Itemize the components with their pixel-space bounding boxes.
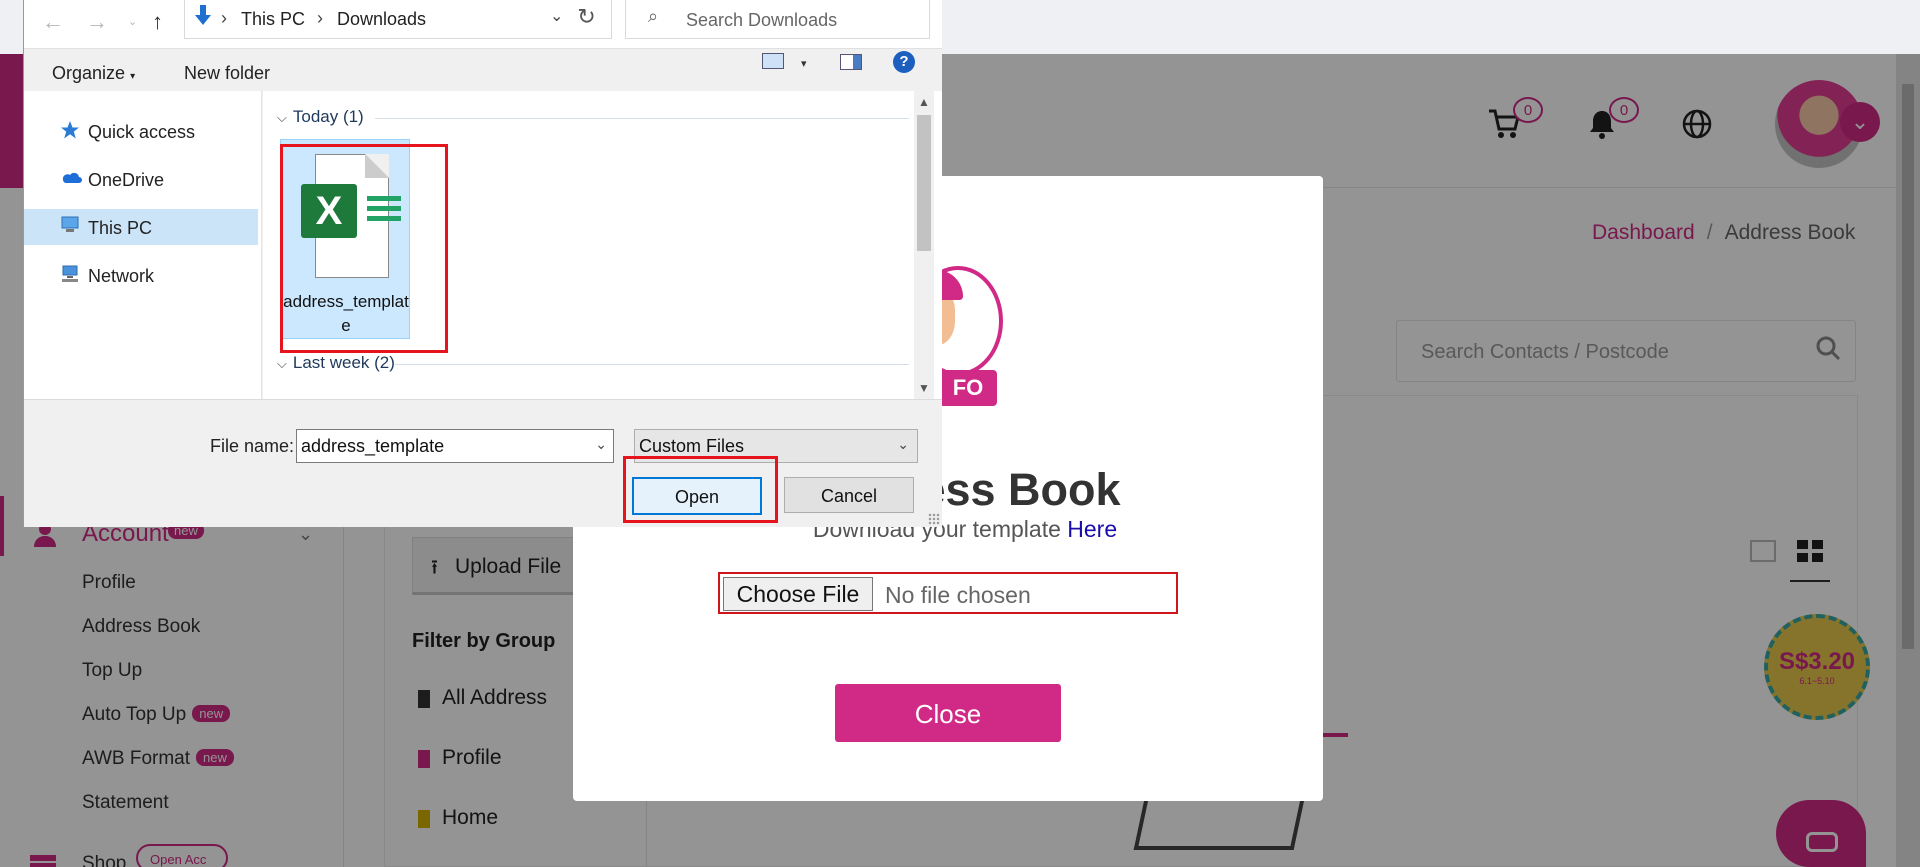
scroll-down-icon[interactable]: ▼	[918, 381, 930, 395]
file-name-value: address_template	[301, 436, 445, 456]
star-icon	[60, 120, 80, 140]
organize-label: Organize	[52, 63, 126, 83]
help-icon[interactable]: ?	[893, 51, 915, 73]
path-this-pc[interactable]: This PC	[241, 9, 305, 30]
template-download-link[interactable]: Here	[1067, 516, 1117, 542]
nav-item-quick-access[interactable]: Quick access	[24, 113, 262, 149]
downloads-icon	[195, 5, 211, 25]
nav-item-this-pc[interactable]: This PC	[24, 209, 258, 245]
chevron-down-icon: ⌵	[277, 356, 287, 371]
chevron-down-icon[interactable]: ⌄	[595, 436, 607, 453]
group-header-last-week[interactable]: ⌵ Last week (2)	[277, 353, 395, 373]
scroll-up-icon[interactable]: ▲	[918, 95, 930, 109]
file-pane-scrollbar[interactable]: ▲ ▼	[914, 91, 934, 399]
file-highlight-box	[280, 144, 448, 353]
network-icon	[60, 264, 80, 284]
chevron-down-icon: ⌄	[897, 436, 909, 452]
computer-icon	[60, 216, 80, 236]
path-downloads[interactable]: Downloads	[337, 9, 426, 30]
search-icon: ⌕	[648, 6, 659, 26]
nav-item-label: This PC	[88, 218, 153, 238]
dialog-search-input[interactable]: ⌕ Search Downloads	[625, 0, 930, 39]
path-separator-icon: ›	[221, 8, 227, 28]
dialog-nav-bar: ← → ⌄ ↑ › This PC › Downloads ⌄ ↻ ⌕ Sear…	[24, 0, 942, 49]
chevron-down-icon[interactable]: ▾	[801, 57, 807, 70]
close-button[interactable]: Close	[835, 684, 1061, 742]
group-label: Last week (2)	[292, 353, 395, 372]
up-arrow-icon[interactable]: ↑	[152, 9, 163, 35]
path-separator-icon: ›	[317, 8, 323, 28]
cancel-button[interactable]: Cancel	[784, 477, 914, 513]
group-divider	[395, 364, 909, 365]
search-placeholder: Search Downloads	[686, 10, 838, 30]
resize-grip-icon[interactable]	[928, 513, 940, 525]
group-label: Today (1)	[292, 107, 364, 126]
address-bar[interactable]: › This PC › Downloads ⌄	[184, 0, 584, 39]
dialog-toolbar: Organize ▾ New folder	[24, 49, 942, 91]
nav-item-label: Quick access	[88, 122, 196, 142]
file-type-value: Custom Files	[639, 436, 745, 456]
cloud-icon	[60, 168, 82, 188]
chevron-down-icon: ▾	[130, 71, 136, 82]
organize-button[interactable]: Organize ▾	[52, 63, 135, 84]
navigation-pane: Quick access OneDrive This PC Network	[24, 91, 262, 399]
file-name-input[interactable]: address_template ⌄	[296, 429, 614, 463]
nav-item-network[interactable]: Network	[24, 257, 262, 293]
view-options-icon[interactable]	[762, 53, 784, 69]
back-arrow-icon[interactable]: ←	[42, 9, 64, 35]
choose-file-button[interactable]: Choose File	[723, 577, 873, 611]
scrollbar-thumb[interactable]	[917, 115, 931, 251]
refresh-icon[interactable]: ↻	[562, 0, 612, 39]
group-header-today[interactable]: ⌵ Today (1)	[277, 107, 364, 127]
recent-chevron-icon[interactable]: ⌄	[128, 15, 137, 28]
new-folder-button[interactable]: New folder	[184, 63, 270, 84]
nav-item-onedrive[interactable]: OneDrive	[24, 161, 262, 197]
open-button-highlight-box	[623, 456, 778, 523]
file-input[interactable]: Choose File No file chosen	[718, 572, 1178, 614]
mascot-info-tag: FO	[939, 370, 997, 406]
dialog-footer: File name: address_template ⌄ Custom Fil…	[24, 399, 942, 527]
file-open-dialog: ← → ⌄ ↑ › This PC › Downloads ⌄ ↻ ⌕ Sear…	[23, 0, 942, 527]
nav-item-label: OneDrive	[88, 170, 165, 190]
file-name-label: File name:	[210, 436, 295, 456]
forward-arrow-icon[interactable]: →	[86, 9, 108, 35]
nav-item-label: Network	[88, 266, 155, 286]
file-status: No file chosen	[885, 582, 1031, 608]
preview-pane-icon[interactable]	[840, 54, 862, 70]
chevron-down-icon: ⌵	[277, 110, 287, 125]
group-divider	[375, 118, 909, 119]
